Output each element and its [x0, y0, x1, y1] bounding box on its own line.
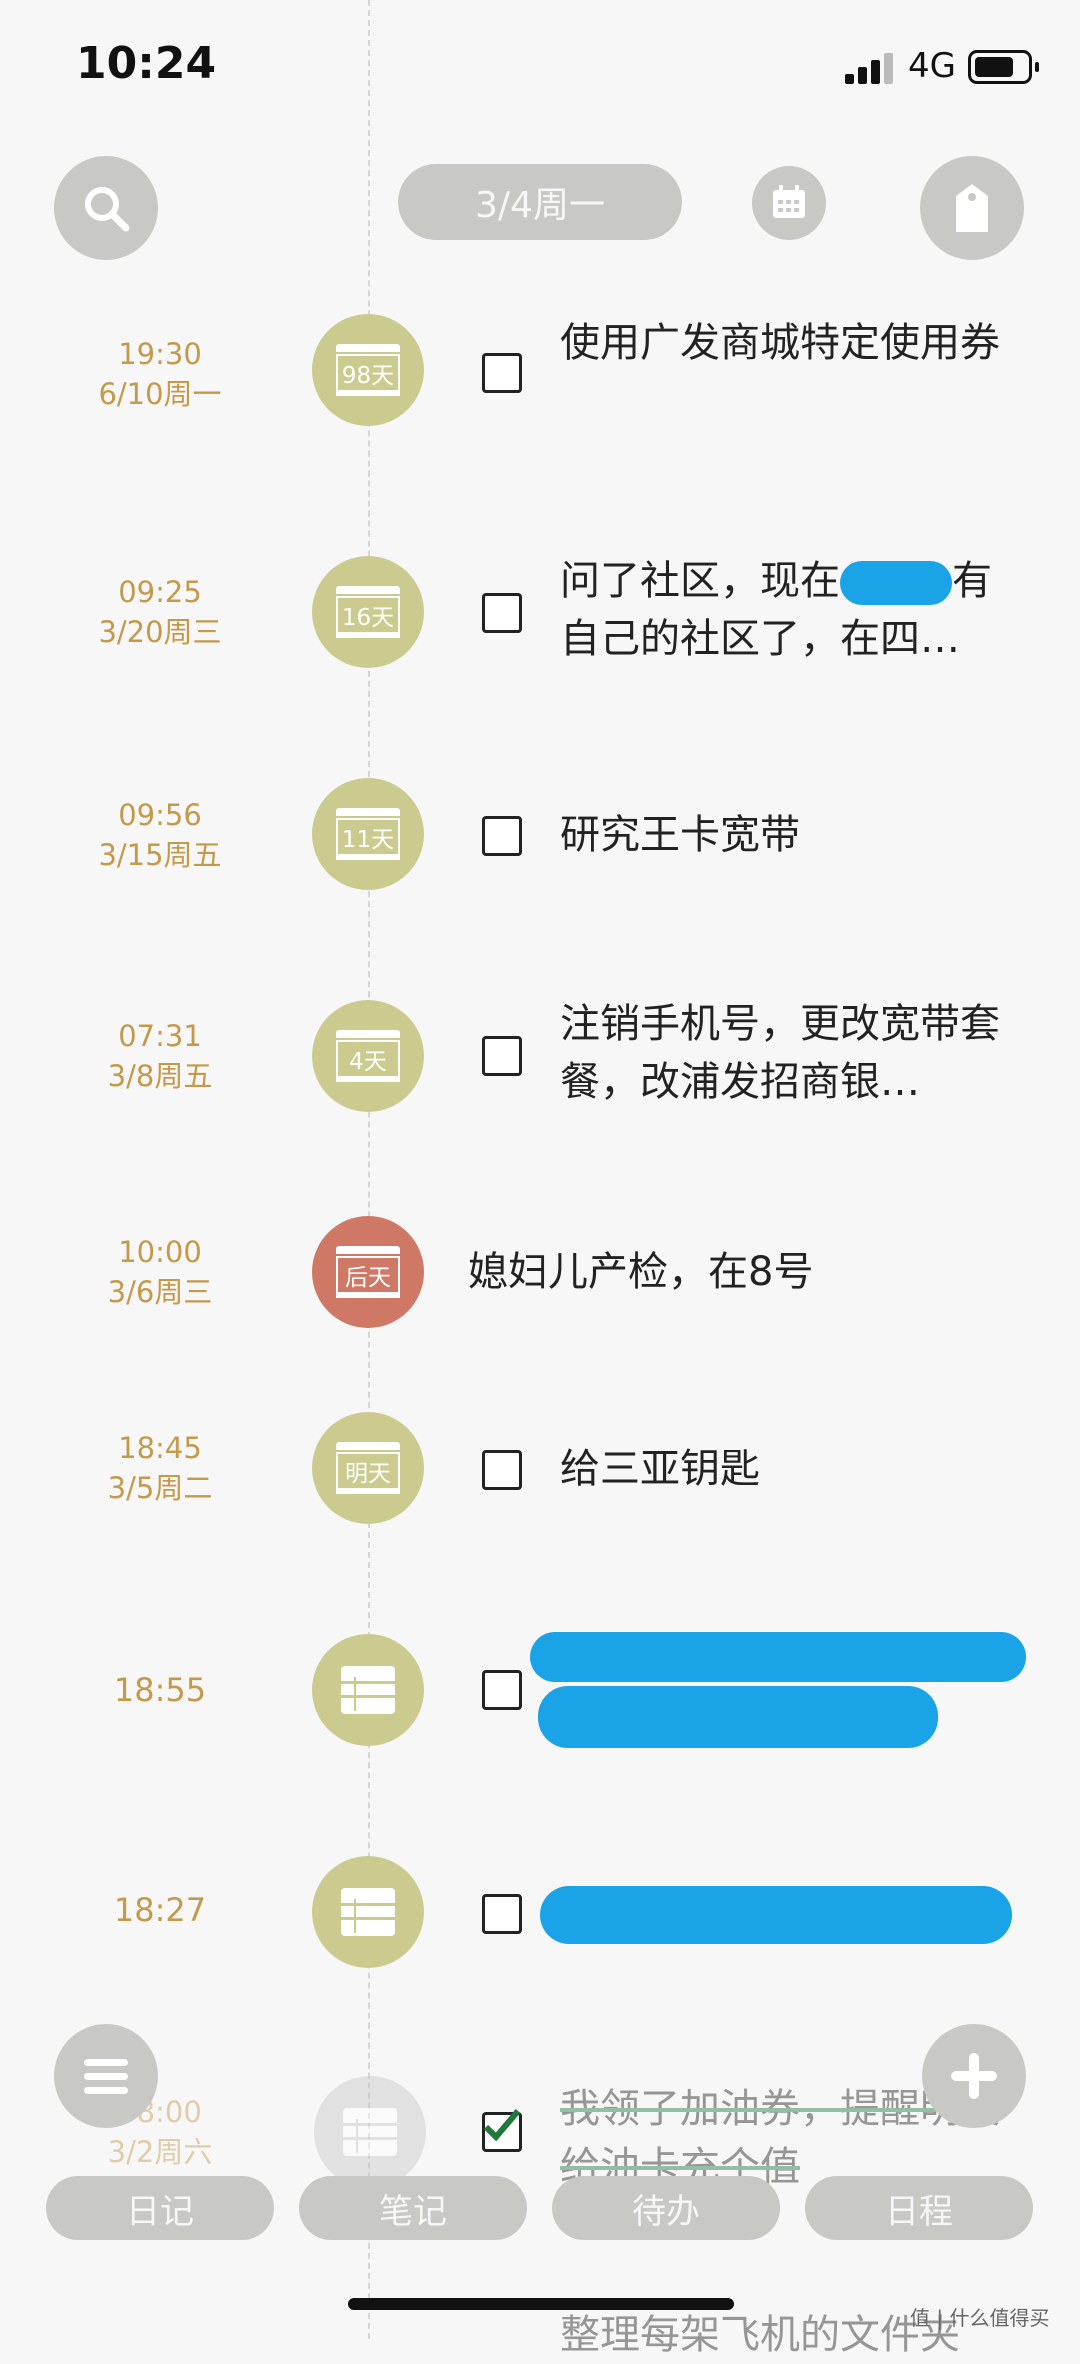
row-time: 07:31 3/8周五: [107, 1019, 213, 1093]
redaction-blob: [538, 1686, 938, 1748]
list-icon: [312, 1856, 424, 1968]
plus-icon: [951, 2053, 997, 2099]
redaction-blob: [530, 1632, 1026, 1682]
tag-button[interactable]: [920, 156, 1024, 260]
tag-icon: [956, 184, 988, 232]
menu-icon: [84, 2059, 128, 2094]
row-time: 10:00 3/6周三: [107, 1235, 213, 1309]
watermark: 值 | 什么值得买: [910, 2306, 1050, 2330]
schedule-badge-icon: 后天: [312, 1216, 424, 1328]
todo-text[interactable]: 研究王卡宽带: [560, 806, 1020, 864]
tab-diary[interactable]: 日记: [46, 2176, 274, 2240]
tab-schedule[interactable]: 日程: [805, 2176, 1033, 2240]
todo-text[interactable]: 问了社区，现在有 自己的社区了，在四…: [560, 552, 1020, 668]
row-time: 09:56 3/15周五: [98, 798, 222, 872]
signal-icon: [845, 50, 897, 84]
status-time: 10:24: [76, 38, 217, 89]
todo-checkbox-checked[interactable]: [482, 2109, 522, 2152]
row-time: 18:45 3/5周二: [107, 1431, 213, 1505]
row-time: 18:27: [113, 1891, 207, 1929]
todo-checkbox[interactable]: [482, 1670, 522, 1710]
todo-checkbox[interactable]: [482, 816, 522, 856]
calendar-icon: [773, 185, 805, 218]
todo-checkbox[interactable]: [482, 1036, 522, 1076]
menu-button[interactable]: [54, 2024, 158, 2128]
checkmark-icon: [483, 2109, 521, 2142]
todo-text[interactable]: 给三亚钥匙: [560, 1440, 1020, 1498]
list-icon: [312, 1634, 424, 1746]
row-time: 18:55: [113, 1671, 207, 1709]
status-bar: 10:24 4G: [0, 0, 1080, 130]
row-time: 19:30 6/10周一: [98, 337, 222, 411]
list-icon: [314, 2076, 426, 2188]
schedule-text[interactable]: 媳妇儿产检，在8号: [468, 1243, 928, 1301]
todo-checkbox[interactable]: [482, 353, 522, 393]
search-button[interactable]: [54, 156, 158, 260]
todo-checkbox[interactable]: [482, 1450, 522, 1490]
date-pill[interactable]: 3/4周一: [398, 164, 682, 240]
search-icon: [85, 187, 130, 232]
todo-text[interactable]: 使用广发商城特定使用券: [560, 314, 1020, 372]
row-time: 09:25 3/20周三: [98, 575, 222, 649]
redaction-blob: [840, 561, 952, 605]
network-label: 4G: [908, 46, 956, 86]
todo-text[interactable]: 注销手机号，更改宽带套餐，改浦发招商银…: [560, 995, 1020, 1111]
todo-checkbox[interactable]: [482, 593, 522, 633]
home-indicator[interactable]: [348, 2298, 734, 2310]
days-badge-icon: 16天: [312, 556, 424, 668]
days-badge-icon: 98天: [312, 314, 424, 426]
days-badge-icon: 11天: [312, 778, 424, 890]
battery-icon: [968, 50, 1039, 84]
redaction-blob: [540, 1886, 1012, 1944]
tab-notes[interactable]: 笔记: [299, 2176, 527, 2240]
calendar-button[interactable]: [752, 166, 826, 240]
todo-checkbox[interactable]: [482, 1894, 522, 1934]
tab-todo[interactable]: 待办: [552, 2176, 780, 2240]
days-badge-icon: 4天: [312, 1000, 424, 1112]
add-button[interactable]: [922, 2024, 1026, 2128]
days-badge-icon: 明天: [312, 1412, 424, 1524]
